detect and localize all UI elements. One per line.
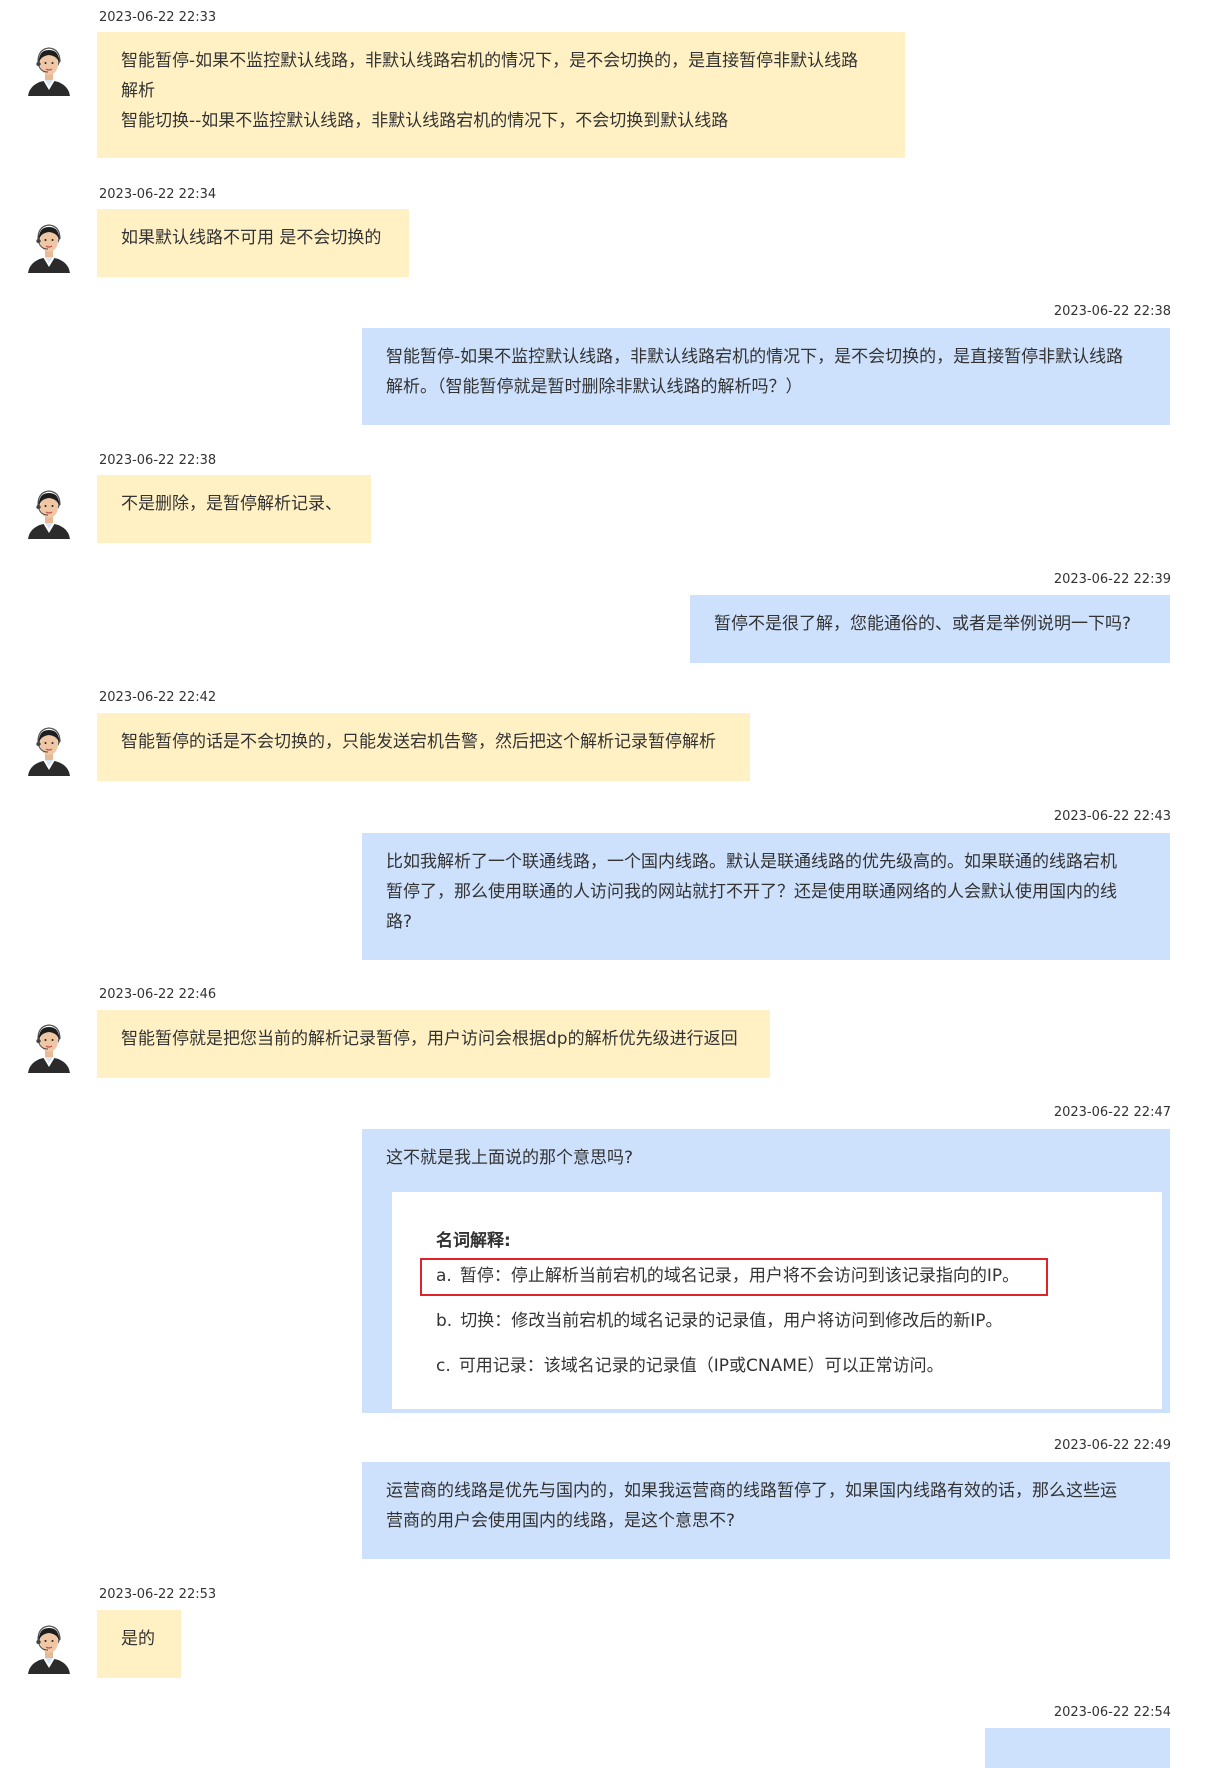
- agent-message-bubble: 不是删除，是暂停解析记录、: [97, 475, 371, 543]
- timestamp: 2023-06-22 22:49: [1053, 1438, 1171, 1453]
- item-text: 切换：修改当前宕机的域名记录的记录值，用户将访问到修改后的新IP。: [460, 1311, 1003, 1331]
- timestamp: 2023-06-22 22:38: [1053, 304, 1171, 319]
- timestamp: 2023-06-22 22:39: [1053, 572, 1171, 587]
- user-message-bubble: 暂停不是很了解，您能通俗的、或者是举例说明一下吗?: [690, 595, 1170, 663]
- timestamp: 2023-06-22 22:38: [99, 453, 217, 468]
- timestamp: 2023-06-22 22:43: [1053, 809, 1171, 824]
- item-letter: b.: [436, 1311, 453, 1331]
- agent-avatar: [22, 42, 76, 96]
- item-letter: a.: [436, 1266, 452, 1286]
- user-message-bubble: 智能暂停-如果不监控默认线路，非默认线路宕机的情况下，是不会切换的，是直接暂停非…: [362, 328, 1170, 425]
- agent-headset-icon: [22, 219, 76, 273]
- agent-message-bubble: 如果默认线路不可用 是不会切换的: [97, 209, 409, 277]
- agent-avatar: [22, 219, 76, 273]
- timestamp: 2023-06-22 22:53: [99, 1587, 217, 1602]
- agent-avatar: [22, 722, 76, 776]
- timestamp: 2023-06-22 22:46: [99, 987, 217, 1002]
- agent-avatar: [22, 1019, 76, 1073]
- glossary-item: c. 可用记录：该域名记录的记录值（IP或CNAME）可以正常访问。: [436, 1354, 944, 1378]
- agent-headset-icon: [22, 485, 76, 539]
- agent-message-bubble: 是的: [97, 1610, 181, 1678]
- message-text: 这不就是我上面说的那个意思吗?: [386, 1148, 634, 1168]
- user-message-bubble: [985, 1728, 1170, 1768]
- item-text: 可用记录：该域名记录的记录值（IP或CNAME）可以正常访问。: [458, 1356, 944, 1376]
- user-message-bubble: 比如我解析了一个联通线路，一个国内线路。默认是联通线路的优先级高的。如果联通的线…: [362, 833, 1170, 960]
- item-letter: c.: [436, 1356, 451, 1376]
- embedded-screenshot: 名词解释: a. 暂停：停止解析当前宕机的域名记录，用户将不会访问到该记录指向的I…: [392, 1192, 1162, 1409]
- user-message-bubble: 运营商的线路是优先与国内的，如果我运营商的线路暂停了，如果国内线路有效的话，那么…: [362, 1462, 1170, 1559]
- timestamp: 2023-06-22 22:47: [1053, 1105, 1171, 1120]
- timestamp: 2023-06-22 22:34: [99, 187, 217, 202]
- agent-message-bubble: 智能暂停就是把您当前的解析记录暂停，用户访问会根据dp的解析优先级进行返回: [97, 1010, 770, 1078]
- timestamp: 2023-06-22 22:54: [1053, 1705, 1171, 1720]
- agent-headset-icon: [22, 722, 76, 776]
- timestamp: 2023-06-22 22:33: [99, 10, 217, 25]
- agent-headset-icon: [22, 1620, 76, 1674]
- agent-message-bubble: 智能暂停的话是不会切换的，只能发送宕机告警，然后把这个解析记录暂停解析: [97, 713, 750, 781]
- glossary-item: b. 切换：修改当前宕机的域名记录的记录值，用户将访问到修改后的新IP。: [436, 1309, 1002, 1333]
- glossary-item: a. 暂停：停止解析当前宕机的域名记录，用户将不会访问到该记录指向的IP。: [436, 1264, 1019, 1288]
- agent-headset-icon: [22, 1019, 76, 1073]
- agent-message-bubble: 智能暂停-如果不监控默认线路，非默认线路宕机的情况下，是不会切换的，是直接暂停非…: [97, 32, 905, 158]
- agent-headset-icon: [22, 42, 76, 96]
- glossary-title: 名词解释:: [436, 1231, 511, 1251]
- item-text: 暂停：停止解析当前宕机的域名记录，用户将不会访问到该记录指向的IP。: [459, 1266, 1020, 1286]
- agent-avatar: [22, 1620, 76, 1674]
- agent-avatar: [22, 485, 76, 539]
- timestamp: 2023-06-22 22:42: [99, 690, 217, 705]
